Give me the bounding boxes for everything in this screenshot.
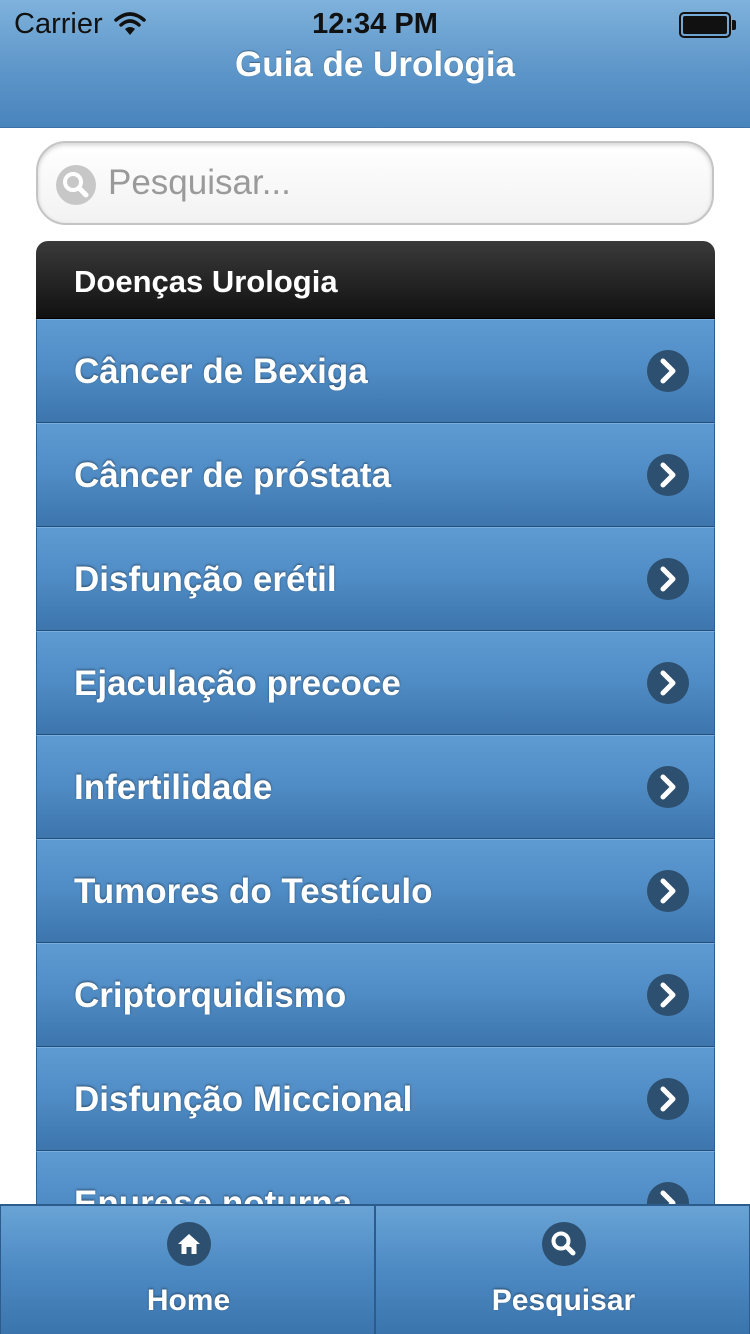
list-item-tumores-testiculo[interactable]: Tumores do Testículo (36, 839, 715, 943)
list-item-label: Disfunção Miccional (74, 1080, 413, 1119)
list-item-label: Enurese noturna (74, 1184, 353, 1204)
search-input[interactable] (108, 153, 698, 213)
status-bar: Carrier 12:34 PM (0, 0, 750, 50)
list-item-infertilidade[interactable]: Infertilidade (36, 735, 715, 839)
list-item-label: Infertilidade (74, 768, 273, 807)
list-item-label: Disfunção erétil (74, 560, 337, 599)
page-title: Guia de Urologia (234, 45, 516, 84)
chevron-right-icon (647, 974, 689, 1016)
chevron-right-icon (647, 454, 689, 496)
list-item-disfuncao-miccional[interactable]: Disfunção Miccional (36, 1047, 715, 1151)
tab-bar: Home Pesquisar (0, 1204, 750, 1334)
search-icon (542, 1222, 586, 1266)
list-item-label: Criptorquidismo (74, 976, 347, 1015)
disease-list: Doenças Urologia Câncer de Bexiga Câncer… (36, 241, 715, 1204)
home-icon (167, 1222, 211, 1266)
chevron-right-icon (647, 350, 689, 392)
list-item-label: Tumores do Testículo (74, 872, 433, 911)
chevron-right-icon (647, 558, 689, 600)
list-item-cancer-prostata[interactable]: Câncer de próstata (36, 423, 715, 527)
chevron-right-icon (647, 1182, 689, 1204)
search-icon (56, 165, 96, 205)
chevron-right-icon (647, 766, 689, 808)
chevron-right-icon (647, 870, 689, 912)
list-item-criptorquidismo[interactable]: Criptorquidismo (36, 943, 715, 1047)
list-item-label: Ejaculação precoce (74, 664, 401, 703)
chevron-right-icon (647, 662, 689, 704)
list-item-ejaculacao-precoce[interactable]: Ejaculação precoce (36, 631, 715, 735)
list-item-disfuncao-eretil[interactable]: Disfunção erétil (36, 527, 715, 631)
battery-icon (679, 12, 737, 38)
header: Carrier 12:34 PM Guia de Urologia (0, 0, 750, 128)
list-item-cancer-bexiga[interactable]: Câncer de Bexiga (36, 319, 715, 423)
tab-search-label: Pesquisar (491, 1284, 636, 1317)
search-box[interactable] (36, 141, 714, 225)
clock: 12:34 PM (312, 8, 438, 40)
tab-home-label: Home (146, 1284, 231, 1317)
list-divider: Doenças Urologia (36, 241, 715, 319)
list-item-label: Câncer de próstata (74, 456, 392, 495)
tab-search[interactable]: Pesquisar (375, 1205, 750, 1334)
chevron-right-icon (647, 1078, 689, 1120)
list-item-enurese-noturna[interactable]: Enurese noturna (36, 1151, 715, 1204)
list-item-label: Câncer de Bexiga (74, 352, 368, 391)
tab-home[interactable]: Home (0, 1205, 375, 1334)
